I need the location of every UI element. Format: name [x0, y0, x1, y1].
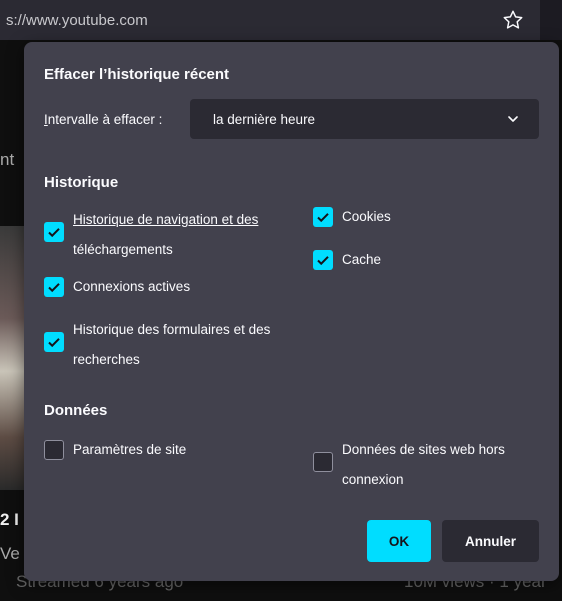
label-line: recherches: [73, 352, 140, 367]
range-label: Intervalle à effacer :: [44, 112, 162, 127]
checkbox-label: Connexions actives: [73, 272, 190, 302]
checkbox-cache[interactable]: Cache: [313, 245, 381, 275]
checkmark-icon: [48, 283, 60, 293]
cancel-button[interactable]: Annuler: [442, 520, 539, 562]
checkbox-active-logins[interactable]: Connexions actives: [44, 272, 190, 302]
checkbox-label: Données de sites web hors connexion: [342, 435, 505, 495]
ok-button[interactable]: OK: [367, 520, 431, 562]
checkbox-label: Historique des formulaires et des recher…: [73, 315, 270, 375]
label-line: connexion: [342, 472, 404, 487]
video-thumbnail-fragment: [0, 226, 26, 490]
label-line: Historique de navigation et des: [73, 212, 259, 227]
time-range-select[interactable]: la dernière heure: [190, 99, 539, 139]
data-heading: Données: [44, 402, 108, 419]
label-line: Cookies: [342, 209, 391, 224]
dialog-title: Effacer l’historique récent: [44, 66, 230, 83]
checkbox-box[interactable]: [44, 440, 64, 460]
label-line: Données de sites web hors: [342, 442, 505, 457]
channel-name-fragment: Ve: [0, 544, 20, 563]
chevron-down-icon: [508, 116, 518, 122]
url-text[interactable]: s://www.youtube.com: [6, 12, 148, 29]
checkbox-box[interactable]: [313, 250, 333, 270]
checkbox-label: Historique de navigation et des téléchar…: [73, 205, 258, 265]
label-line: Cache: [342, 252, 382, 267]
checkbox-offline-website-data[interactable]: Données de sites web hors connexion: [313, 435, 505, 495]
checkbox-label: Cache: [342, 245, 381, 275]
bookmark-star-icon[interactable]: [502, 9, 524, 31]
checkbox-cookies[interactable]: Cookies: [313, 202, 391, 232]
video-title-fragment: 2 I: [0, 510, 19, 529]
url-bar[interactable]: s://www.youtube.com: [0, 0, 540, 40]
history-heading: Historique: [44, 174, 119, 191]
checkbox-box[interactable]: [44, 332, 64, 352]
label-line: Historique des formulaires et des: [73, 322, 271, 337]
checkbox-box[interactable]: [44, 222, 64, 242]
label-line: Connexions actives: [73, 279, 191, 294]
clear-history-dialog: Effacer l’historique récent Intervalle à…: [24, 42, 559, 581]
checkmark-icon: [317, 213, 329, 223]
checkmark-icon: [48, 228, 60, 238]
background-text-fragment: nt: [0, 150, 15, 169]
checkmark-icon: [317, 256, 329, 266]
checkbox-label: Paramètres de site: [73, 435, 186, 465]
checkmark-icon: [48, 338, 60, 348]
checkbox-box[interactable]: [44, 277, 64, 297]
label-line: téléchargements: [73, 242, 173, 257]
label-line: Paramètres de site: [73, 442, 187, 457]
range-label-text: ntervalle à effacer :: [47, 112, 163, 127]
checkbox-label: Cookies: [342, 202, 391, 232]
checkbox-browsing-history[interactable]: Historique de navigation et des téléchar…: [44, 205, 258, 265]
checkbox-site-settings[interactable]: Paramètres de site: [44, 435, 186, 465]
checkbox-box[interactable]: [313, 452, 333, 472]
time-range-value: la dernière heure: [213, 111, 316, 127]
checkbox-form-history[interactable]: Historique des formulaires et des recher…: [44, 315, 270, 375]
checkbox-box[interactable]: [313, 207, 333, 227]
